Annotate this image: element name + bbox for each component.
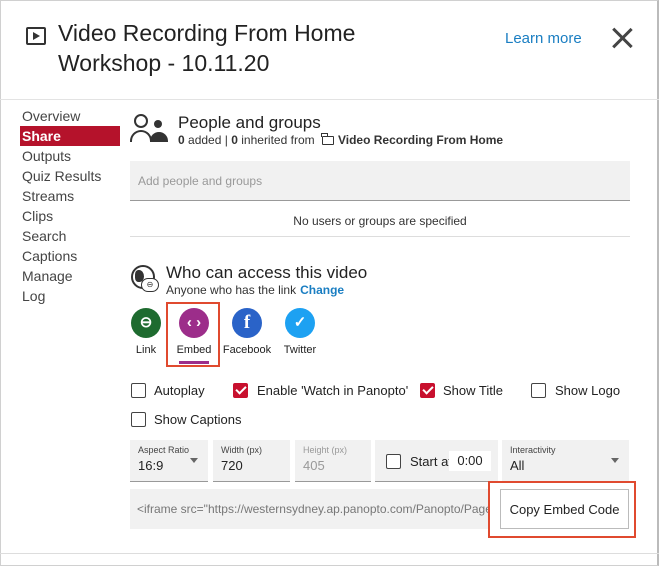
sidebar-item-share[interactable]: Share <box>20 126 120 146</box>
width-label: Width (px) <box>221 445 263 455</box>
sidebar-item-captions[interactable]: Captions <box>20 246 120 266</box>
link-badge-icon: ⊖ <box>141 278 159 292</box>
copy-embed-code-button[interactable]: Copy Embed Code <box>500 489 629 529</box>
video-icon <box>26 27 46 45</box>
height-label: Height (px) <box>303 445 348 455</box>
height-input[interactable]: Height (px) 405 <box>295 440 371 482</box>
interactivity-label: Interactivity <box>510 445 556 455</box>
sidebar-item-log[interactable]: Log <box>20 286 120 306</box>
embed-icon: ‹ › <box>179 308 209 338</box>
aspect-ratio-select[interactable]: Aspect Ratio 16:9 <box>130 440 208 482</box>
access-level-text: Anyone who has the link <box>166 283 297 297</box>
inherited-text: inherited from <box>241 133 315 147</box>
width-value: 720 <box>221 458 243 473</box>
inherited-count: 0 <box>231 133 238 147</box>
aspect-ratio-label: Aspect Ratio <box>138 445 190 455</box>
sidebar-item-quiz-results[interactable]: Quiz Results <box>20 166 120 186</box>
share-facebook-label: Facebook <box>222 344 272 356</box>
chevron-down-icon <box>190 458 198 463</box>
people-icon <box>130 114 170 144</box>
autoplay-checkbox[interactable] <box>131 383 146 398</box>
change-access-link[interactable]: Change <box>300 283 344 297</box>
show-logo-checkbox[interactable] <box>531 383 546 398</box>
summary-separator: | <box>224 133 228 147</box>
share-embed-button[interactable]: ‹ › Embed <box>164 308 224 356</box>
start-at-label: Start at <box>410 454 452 469</box>
add-people-input[interactable] <box>130 161 630 201</box>
bottom-divider <box>0 553 659 554</box>
start-time-input[interactable] <box>449 451 491 471</box>
learn-more-link[interactable]: Learn more <box>505 30 582 47</box>
width-input[interactable]: Width (px) 720 <box>213 440 290 482</box>
share-twitter-label: Twitter <box>283 344 317 356</box>
chevron-down-icon <box>611 458 619 463</box>
interactivity-select[interactable]: Interactivity All <box>502 440 629 482</box>
show-captions-label: Show Captions <box>154 412 242 427</box>
folder-icon <box>321 133 334 145</box>
folder-name[interactable]: Video Recording From Home <box>338 133 503 147</box>
people-section-title: People and groups <box>178 113 321 132</box>
page-title: Video Recording From Home Workshop - 10.… <box>58 20 356 76</box>
sidebar-item-search[interactable]: Search <box>20 226 120 246</box>
interactivity-value: All <box>510 458 525 473</box>
sidebar-item-clips[interactable]: Clips <box>20 206 120 226</box>
sidebar-item-overview[interactable]: Overview <box>20 106 120 126</box>
watch-in-panopto-checkbox[interactable] <box>233 383 248 398</box>
added-text: added <box>188 133 222 147</box>
access-section-title: Who can access this video <box>166 263 368 282</box>
link-icon: ⊖ <box>131 308 161 338</box>
twitter-icon: ✓ <box>285 308 315 338</box>
sidebar-item-streams[interactable]: Streams <box>20 186 120 206</box>
start-at-checkbox[interactable] <box>386 454 401 469</box>
embed-code-field[interactable]: <iframe src="https://westernsydney.ap.pa… <box>130 489 500 529</box>
autoplay-label: Autoplay <box>154 383 205 398</box>
show-title-checkbox[interactable] <box>420 383 435 398</box>
height-value: 405 <box>303 458 325 473</box>
no-users-message: No users or groups are specified <box>293 214 467 228</box>
close-icon[interactable] <box>608 24 636 52</box>
show-captions-checkbox[interactable] <box>131 412 146 427</box>
sidebar-item-manage[interactable]: Manage <box>20 266 120 286</box>
show-title-label: Show Title <box>443 383 503 398</box>
share-facebook-button[interactable]: f Facebook <box>217 308 277 356</box>
sidebar-nav: Overview Share Outputs Quiz Results Stre… <box>20 106 120 306</box>
embed-selected-indicator <box>179 361 209 364</box>
watch-in-panopto-label: Enable 'Watch in Panopto' <box>257 383 409 398</box>
access-summary: Anyone who has the link Change <box>166 283 344 297</box>
share-twitter-button[interactable]: ✓ Twitter <box>270 308 330 356</box>
dialog-header: Video Recording From Home Workshop - 10.… <box>0 0 659 100</box>
share-embed-label: Embed <box>176 344 212 356</box>
show-logo-label: Show Logo <box>555 383 621 398</box>
added-count: 0 <box>178 133 185 147</box>
facebook-icon: f <box>232 308 262 338</box>
sidebar-item-outputs[interactable]: Outputs <box>20 146 120 166</box>
people-summary: 0 added | 0 inherited from Video Recordi… <box>178 133 503 147</box>
section-divider <box>130 236 630 237</box>
